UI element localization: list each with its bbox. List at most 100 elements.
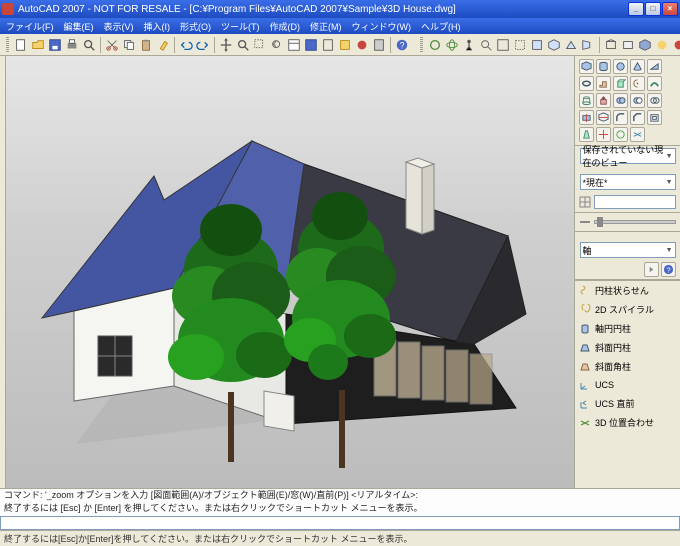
sweep-icon[interactable]	[647, 76, 662, 91]
minimize-button[interactable]: _	[628, 2, 644, 16]
menu-modify[interactable]: 修正(M)	[310, 20, 342, 33]
frustum-cylinder-icon	[579, 342, 591, 354]
render-button[interactable]	[654, 37, 670, 53]
walk-button[interactable]	[461, 37, 477, 53]
app-icon	[2, 3, 14, 15]
save-button[interactable]	[47, 37, 63, 53]
view-dropdown[interactable]: 保存されていない現在のビュー▼	[580, 148, 676, 164]
cut-button[interactable]	[104, 37, 120, 53]
help-button[interactable]: ?	[394, 37, 410, 53]
section-icon[interactable]	[596, 110, 611, 125]
axis-projection-dropdown[interactable]: 軸▼	[580, 242, 676, 258]
shape-list: 円柱状らせん 2D スパイラル 軸円円柱 斜面円柱 斜面角柱 UCS UCS 直…	[575, 280, 680, 488]
wedge-icon[interactable]	[647, 59, 662, 74]
extrude-icon[interactable]	[613, 76, 628, 91]
box-icon[interactable]	[579, 59, 594, 74]
menu-draw[interactable]: 作成(D)	[270, 20, 301, 33]
sphere-icon[interactable]	[613, 59, 628, 74]
list-item[interactable]: 2D スパイラル	[575, 300, 680, 319]
slider-icon	[579, 216, 591, 228]
cone-icon[interactable]	[630, 59, 645, 74]
shell-icon[interactable]	[647, 110, 662, 125]
copy-button[interactable]	[121, 37, 137, 53]
palette-shrink-icon[interactable]	[644, 262, 659, 277]
menu-insert[interactable]: 挿入(I)	[144, 20, 171, 33]
match-button[interactable]	[155, 37, 171, 53]
menu-edit[interactable]: 編集(E)	[64, 20, 94, 33]
polysolid-icon[interactable]	[596, 76, 611, 91]
new-button[interactable]	[13, 37, 29, 53]
list-item[interactable]: 円柱状らせん	[575, 281, 680, 300]
maximize-button[interactable]: □	[645, 2, 661, 16]
intersect-icon[interactable]	[647, 93, 662, 108]
list-item[interactable]: 3D 位置合わせ	[575, 413, 680, 432]
markup-button[interactable]	[354, 37, 370, 53]
palette-help-icon[interactable]: ?	[661, 262, 676, 277]
current-dropdown[interactable]: *現在*▼	[580, 174, 676, 190]
view-top-button[interactable]	[529, 37, 545, 53]
taper-icon[interactable]	[579, 127, 594, 142]
status-bar: 終了するには[Esc]か[Enter]を押してください。または右クリックでショー…	[0, 530, 680, 546]
pan-button[interactable]	[218, 37, 234, 53]
loft-icon[interactable]	[579, 93, 594, 108]
3dmove-icon[interactable]	[596, 127, 611, 142]
subtract-icon[interactable]	[630, 93, 645, 108]
list-item[interactable]: 斜面角柱	[575, 357, 680, 376]
zoom-prev-button[interactable]	[269, 37, 285, 53]
menu-tools[interactable]: ツール(T)	[221, 20, 260, 33]
list-item[interactable]: 斜面円柱	[575, 338, 680, 357]
qcalc-button[interactable]	[371, 37, 387, 53]
zoom-extents-button[interactable]	[495, 37, 511, 53]
command-history-2: 終了するには [Esc] か [Enter] を押してください。または右クリック…	[0, 502, 680, 515]
view-front-button[interactable]	[563, 37, 579, 53]
dcc-button[interactable]	[303, 37, 319, 53]
menu-format[interactable]: 形式(O)	[180, 20, 211, 33]
materials-button[interactable]	[671, 37, 680, 53]
sheetset-button[interactable]	[337, 37, 353, 53]
open-button[interactable]	[30, 37, 46, 53]
view-iso-button[interactable]	[546, 37, 562, 53]
zoom-window-button[interactable]	[252, 37, 268, 53]
list-item[interactable]: 軸円円柱	[575, 319, 680, 338]
close-button[interactable]: ×	[662, 2, 678, 16]
list-item[interactable]: UCS 直前	[575, 394, 680, 413]
chamfer-icon[interactable]	[630, 110, 645, 125]
print-button[interactable]	[64, 37, 80, 53]
paste-button[interactable]	[138, 37, 154, 53]
frustum-prism-icon	[579, 361, 591, 373]
menu-help[interactable]: ヘルプ(H)	[421, 20, 461, 33]
redo-button[interactable]	[195, 37, 211, 53]
union-icon[interactable]	[613, 93, 628, 108]
cylinder-icon[interactable]	[596, 59, 611, 74]
menu-file[interactable]: ファイル(F)	[6, 20, 54, 33]
tool-palette-button[interactable]	[320, 37, 336, 53]
properties-button[interactable]	[286, 37, 302, 53]
presspull-icon[interactable]	[596, 93, 611, 108]
3drotate-icon[interactable]	[613, 127, 628, 142]
3dalign-icon[interactable]	[630, 127, 645, 142]
fillet-icon[interactable]	[613, 110, 628, 125]
list-item[interactable]: UCS	[575, 376, 680, 394]
menu-window[interactable]: ウィンドウ(W)	[352, 20, 412, 33]
3d-orbit-button[interactable]	[444, 37, 460, 53]
zoom-realtime-button[interactable]	[235, 37, 251, 53]
coords-input[interactable]	[594, 195, 676, 209]
zoom-button[interactable]	[478, 37, 494, 53]
view-left-button[interactable]	[580, 37, 596, 53]
wireframe-button[interactable]	[603, 37, 619, 53]
command-input[interactable]	[0, 516, 680, 530]
ucs-icon	[579, 379, 591, 391]
shaded-button[interactable]	[637, 37, 653, 53]
viewport[interactable]	[6, 56, 574, 488]
menu-view[interactable]: 表示(V)	[104, 20, 134, 33]
tree-right	[282, 192, 402, 468]
undo-button[interactable]	[178, 37, 194, 53]
preview-button[interactable]	[81, 37, 97, 53]
torus-icon[interactable]	[579, 76, 594, 91]
slider-bar[interactable]	[594, 220, 676, 224]
revolve-icon[interactable]	[630, 76, 645, 91]
hidden-button[interactable]	[620, 37, 636, 53]
zoom-window2-button[interactable]	[512, 37, 528, 53]
orbit-button[interactable]	[427, 37, 443, 53]
slice-icon[interactable]	[579, 110, 594, 125]
